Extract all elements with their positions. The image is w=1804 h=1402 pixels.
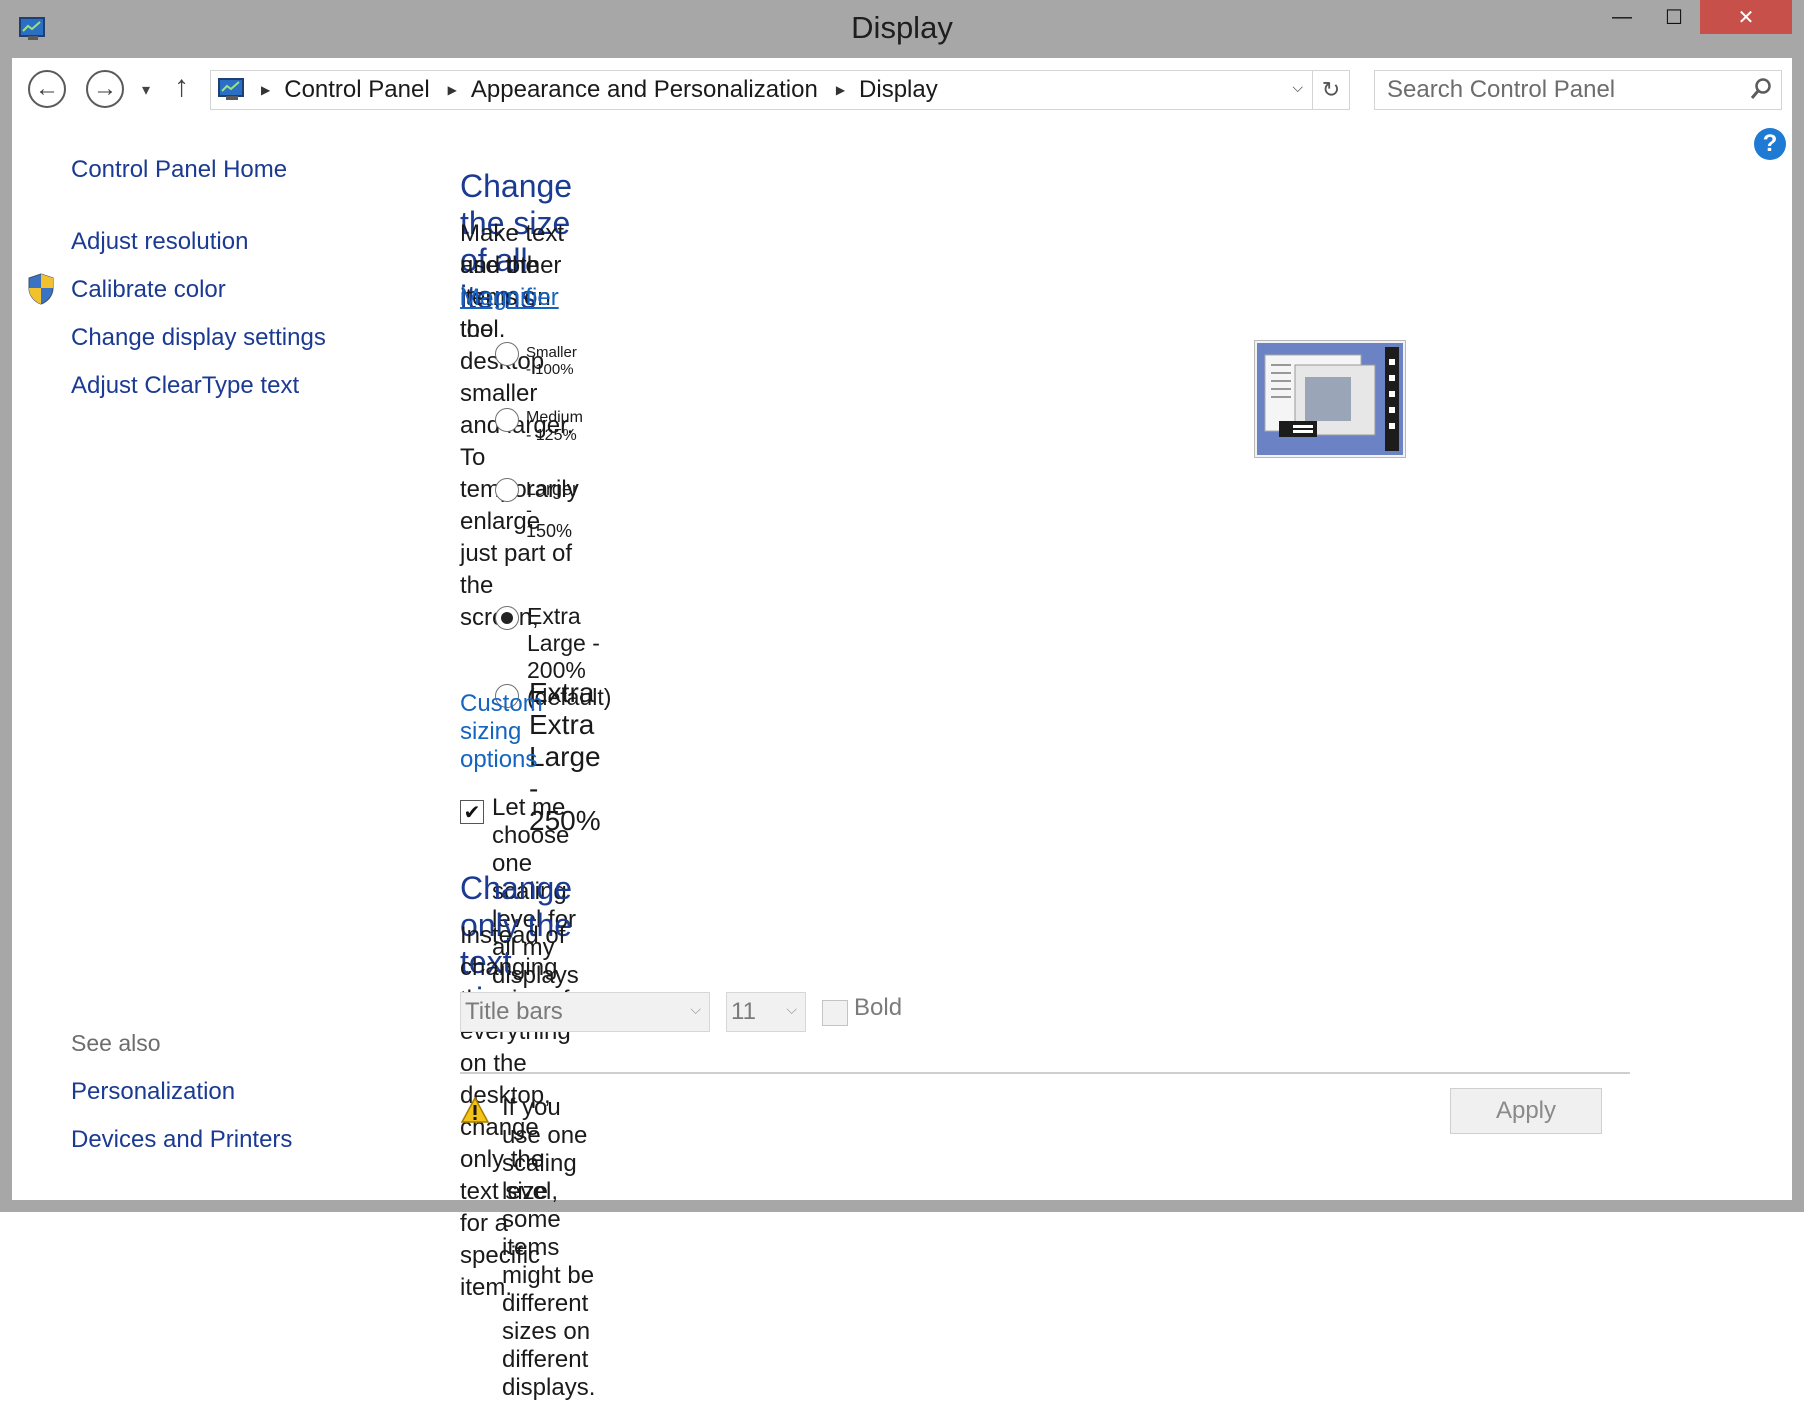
radio-label-larger: Larger - 150%	[526, 479, 579, 541]
sidebar-item-adjust-cleartype[interactable]: Adjust ClearType text	[71, 372, 299, 400]
breadcrumb-appearance[interactable]: Appearance and Personalization	[471, 76, 818, 104]
chevron-right-icon: ▶	[447, 83, 457, 97]
custom-sizing-options-link[interactable]: Custom sizing options	[460, 690, 543, 774]
control-panel-icon	[218, 78, 244, 100]
scaling-level-checkbox[interactable]: ✔	[460, 800, 484, 824]
close-button[interactable]: ✕	[1700, 0, 1792, 34]
shield-icon	[28, 273, 54, 305]
sidebar-item-devices-and-printers[interactable]: Devices and Printers	[71, 1126, 292, 1154]
window: Display — ☐ ✕ ← → ▾ ↑ ▶ Control Panel ▶ …	[0, 0, 1804, 1401]
sidebar-item-control-panel-home[interactable]: Control Panel Home	[71, 156, 287, 184]
apply-button[interactable]: Apply	[1450, 1088, 1602, 1134]
radio-larger[interactable]	[495, 478, 519, 502]
radio-medium[interactable]	[495, 408, 519, 432]
sidebar-item-calibrate-color[interactable]: Calibrate color	[71, 276, 226, 304]
divider	[460, 1072, 1630, 1074]
item-select[interactable]: Title bars ⌵	[460, 992, 710, 1032]
chevron-down-icon: ⌵	[690, 1001, 701, 1017]
scaling-preview-image	[1254, 340, 1406, 458]
breadcrumb-control-panel[interactable]: Control Panel	[284, 76, 429, 104]
magnifier-link[interactable]: Magnifier	[460, 284, 559, 311]
radio-label-medium: Medium - 125%	[526, 409, 583, 444]
item-select-value: Title bars	[465, 998, 563, 1025]
sidebar-item-personalization[interactable]: Personalization	[71, 1078, 235, 1106]
navigation-bar: ← → ▾ ↑ ▶ Control Panel ▶ Appearance and…	[12, 58, 1792, 125]
bold-checkbox[interactable]	[822, 1000, 848, 1026]
maximize-button[interactable]: ☐	[1646, 0, 1702, 34]
font-size-select-value: 11	[731, 998, 756, 1025]
window-title: Display	[851, 10, 953, 45]
back-button[interactable]: ←	[28, 70, 66, 108]
client-area: ← → ▾ ↑ ▶ Control Panel ▶ Appearance and…	[12, 58, 1792, 1401]
radio-label-smaller: Smaller - 100%	[526, 344, 577, 378]
search-placeholder: Search Control Panel	[1387, 76, 1616, 103]
sidebar-item-change-display-settings[interactable]: Change display settings	[71, 324, 326, 352]
chevron-right-icon: ▶	[835, 83, 846, 97]
minimize-button[interactable]: —	[1594, 0, 1650, 34]
font-size-select[interactable]: 11 ⌵	[726, 992, 806, 1032]
recent-locations-dropdown[interactable]: ▾	[142, 80, 150, 100]
sidebar-item-adjust-resolution[interactable]: Adjust resolution	[71, 228, 248, 256]
bold-checkbox-label: Bold	[854, 994, 903, 1021]
search-icon	[1750, 78, 1771, 99]
radio-extra-large[interactable]	[495, 606, 519, 630]
description-prefix: use the	[460, 252, 539, 279]
forward-button[interactable]: →	[86, 70, 124, 108]
chevron-down-icon[interactable]: ⌵	[1292, 79, 1303, 96]
chevron-right-icon: ▶	[261, 83, 271, 97]
warning-text: If you use one scaling level, some items…	[502, 1094, 596, 1401]
description-suffix: tool.	[460, 316, 506, 343]
description-line-2: use the Magnifier tool.	[460, 250, 559, 346]
chevron-down-icon: ⌵	[786, 1001, 797, 1017]
see-also-label: See also	[71, 1030, 161, 1056]
title-bar: Display — ☐ ✕	[0, 0, 1804, 58]
breadcrumb-display[interactable]: Display	[859, 76, 938, 104]
warning-icon	[460, 1096, 490, 1123]
up-button[interactable]: ↑	[174, 70, 189, 104]
refresh-button[interactable]: ↻	[1312, 71, 1349, 109]
search-input[interactable]: Search Control Panel	[1374, 70, 1782, 110]
address-bar[interactable]: ▶ Control Panel ▶ Appearance and Persona…	[210, 70, 1350, 110]
radio-smaller[interactable]	[495, 342, 519, 366]
help-icon[interactable]: ?	[1754, 128, 1786, 160]
